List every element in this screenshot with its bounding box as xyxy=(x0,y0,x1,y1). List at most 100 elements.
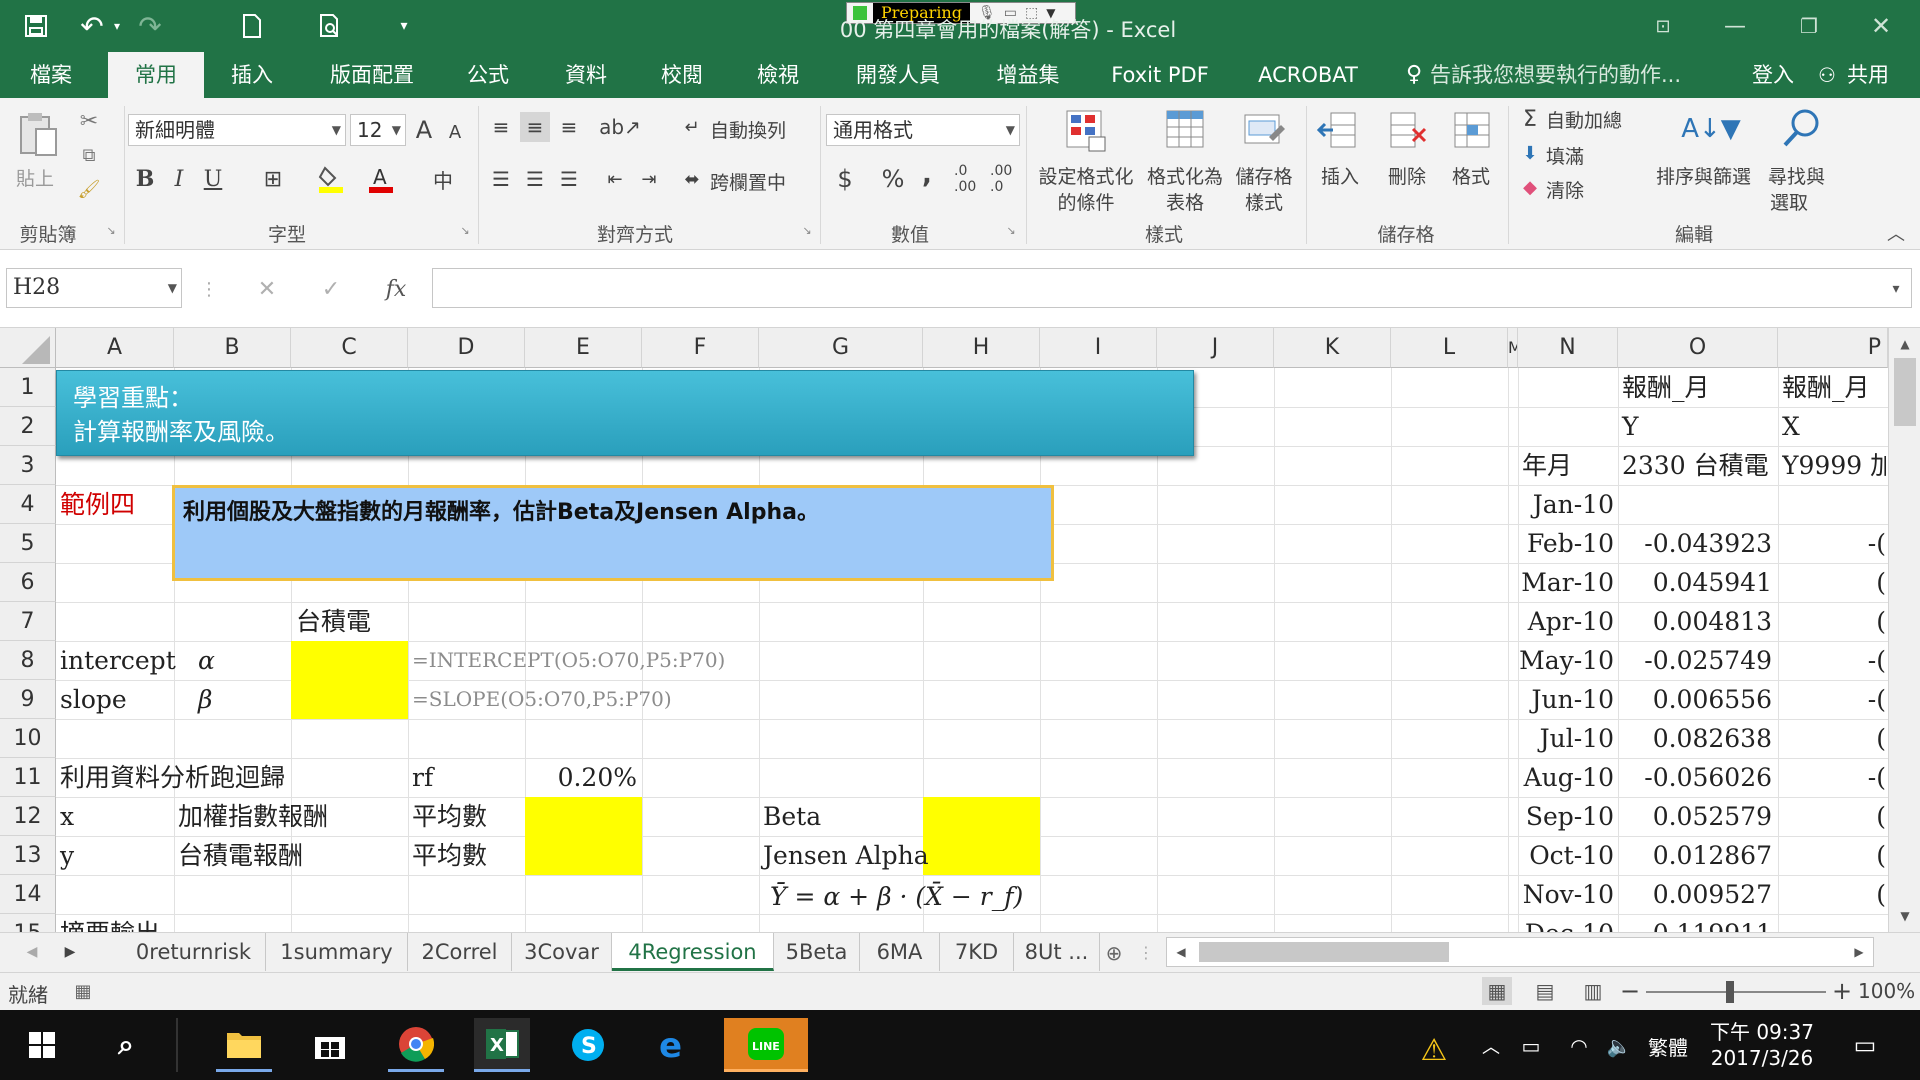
increase-indent-icon[interactable]: ⇥ xyxy=(634,164,664,194)
month-cell[interactable]: Dec-10 xyxy=(1518,914,1614,932)
return-cell[interactable]: 0.119911 xyxy=(1618,914,1772,932)
sort-filter-icon[interactable]: A↓▼ xyxy=(1681,106,1741,152)
scroll-tabs-left-icon[interactable]: ◀ xyxy=(20,939,44,965)
share-button[interactable]: 共用 xyxy=(1838,52,1898,98)
scroll-thumb[interactable] xyxy=(1894,358,1916,426)
cell-n3[interactable]: 年月 xyxy=(1522,446,1572,485)
month-cell[interactable]: Feb-10 xyxy=(1518,524,1614,563)
row-header-6[interactable]: 6 xyxy=(0,563,56,602)
collapse-ribbon-icon[interactable]: ︿ xyxy=(1884,222,1908,245)
find-select-label-2[interactable]: 選取 xyxy=(1770,188,1808,215)
file-explorer-icon[interactable] xyxy=(216,1018,272,1072)
edge-icon[interactable]: e xyxy=(646,1018,702,1072)
zoom-slider-thumb[interactable] xyxy=(1726,981,1734,1003)
number-launcher-icon[interactable]: ↘ xyxy=(1004,222,1018,238)
decrease-decimal-icon[interactable]: .00 .0 xyxy=(990,163,1026,195)
grow-font-button[interactable]: A xyxy=(410,114,438,146)
month-cell[interactable]: Oct-10 xyxy=(1518,836,1614,875)
insert-cells-label[interactable]: 插入 xyxy=(1318,162,1362,189)
tab-review[interactable]: 校閱 xyxy=(652,52,712,98)
signin-link[interactable]: 登入 xyxy=(1746,52,1798,98)
tab-foxit-pdf[interactable]: Foxit PDF xyxy=(1104,52,1216,98)
tab-split-icon[interactable]: ⋮ xyxy=(1138,939,1154,965)
sheet-tab-2correl[interactable]: 2Correl xyxy=(408,933,512,971)
wrap-text-label[interactable]: 自動換列 xyxy=(710,116,786,143)
italic-button[interactable]: I xyxy=(166,164,192,194)
decrease-indent-icon[interactable]: ⇤ xyxy=(600,164,630,194)
fill-label[interactable]: 填滿 xyxy=(1546,142,1584,169)
cell-g13[interactable]: Jensen Alpha xyxy=(763,836,929,875)
format-painter-icon[interactable]: 🖌 xyxy=(76,176,102,202)
align-middle-icon[interactable]: ≡ xyxy=(520,112,550,142)
paste-icon[interactable] xyxy=(14,110,62,158)
row-header-8[interactable]: 8 xyxy=(0,641,56,680)
column-header-n[interactable]: N xyxy=(1518,328,1618,368)
autosum-label[interactable]: 自動加總 xyxy=(1546,106,1622,133)
row-header-5[interactable]: 5 xyxy=(0,524,56,563)
row-header-13[interactable]: 13 xyxy=(0,836,56,875)
undo-dropdown-icon[interactable]: ▾ xyxy=(108,14,126,38)
clipboard-launcher-icon[interactable]: ↘ xyxy=(104,222,118,238)
column-header-p[interactable]: P xyxy=(1778,328,1888,368)
ribbon-display-icon[interactable]: ⊡ xyxy=(1648,12,1678,40)
cell-a4[interactable]: 範例四 xyxy=(60,485,135,524)
horizontal-scrollbar[interactable]: ◀ ▶ xyxy=(1166,937,1874,967)
scroll-left-icon[interactable]: ◀ xyxy=(1171,940,1191,964)
format-cells-label[interactable]: 格式 xyxy=(1448,162,1494,189)
h-scroll-thumb[interactable] xyxy=(1199,942,1449,962)
align-center-icon[interactable]: ☰ xyxy=(520,164,550,194)
cell-b8[interactable]: α xyxy=(198,641,215,680)
minimize-icon[interactable]: — xyxy=(1720,12,1750,40)
ime-indicator[interactable]: 繁體 xyxy=(1648,1032,1688,1061)
borders-icon[interactable]: ⊞ xyxy=(258,164,288,194)
line-icon[interactable]: LINE xyxy=(724,1018,808,1072)
row-header-10[interactable]: 10 xyxy=(0,719,56,758)
month-cell[interactable]: Jul-10 xyxy=(1518,719,1614,758)
action-center-icon[interactable]: ▭ xyxy=(1848,1028,1882,1062)
cell-b9[interactable]: β xyxy=(198,680,212,719)
cell-b12[interactable]: 加權指數報酬 xyxy=(178,797,328,836)
tab-addins[interactable]: 增益集 xyxy=(988,52,1068,98)
sheet-tab-6ma[interactable]: 6MA xyxy=(860,933,940,971)
page-layout-view-icon[interactable]: ▤ xyxy=(1530,977,1560,1005)
windows-start-icon[interactable] xyxy=(14,1018,70,1072)
zoom-slider[interactable] xyxy=(1646,991,1826,993)
row-header-14[interactable]: 14 xyxy=(0,875,56,914)
sheet-tab-0returnrisk[interactable]: 0returnrisk xyxy=(122,933,266,971)
font-size-combo[interactable]: 12 ▼ xyxy=(350,114,406,146)
index-return-cell[interactable]: ( xyxy=(1778,836,1886,875)
paste-label[interactable]: 貼上 xyxy=(16,164,54,191)
row-header-2[interactable]: 2 xyxy=(0,407,56,446)
cell-d9[interactable]: =SLOPE(O5:O70,P5:P70) xyxy=(412,680,672,719)
cell-o1[interactable]: 報酬_月 xyxy=(1622,368,1710,407)
index-return-cell[interactable]: ( xyxy=(1778,563,1886,602)
fill-color-icon[interactable] xyxy=(316,164,346,194)
column-header-c[interactable]: C xyxy=(291,328,408,368)
return-cell[interactable]: 0.012867 xyxy=(1618,836,1772,875)
chrome-icon[interactable] xyxy=(388,1018,444,1072)
month-cell[interactable]: May-10 xyxy=(1518,641,1614,680)
format-as-table-label-2[interactable]: 表格 xyxy=(1140,188,1230,215)
column-header-b[interactable]: B xyxy=(174,328,291,368)
return-cell[interactable]: -0.056026 xyxy=(1618,758,1772,797)
row-header-4[interactable]: 4 xyxy=(0,485,56,524)
search-icon[interactable]: ⌕ xyxy=(98,1018,154,1072)
cell-d13[interactable]: 平均數 xyxy=(412,836,487,875)
month-cell[interactable]: Aug-10 xyxy=(1518,758,1614,797)
merge-center-icon[interactable]: ⬌ xyxy=(680,164,704,194)
sheet-tab-3covar[interactable]: 3Covar xyxy=(512,933,612,971)
tab-home[interactable]: 常用 xyxy=(108,52,204,98)
mean-input-cells[interactable] xyxy=(525,797,642,875)
column-header-f[interactable]: F xyxy=(642,328,759,368)
conditional-formatting-label[interactable]: 設定格式化 xyxy=(1034,162,1138,189)
insert-cells-icon[interactable] xyxy=(1316,108,1360,154)
merge-center-label[interactable]: 跨欄置中 xyxy=(710,168,786,195)
beta-alpha-result-cells[interactable] xyxy=(923,797,1040,875)
cell-d8[interactable]: =INTERCEPT(O5:O70,P5:P70) xyxy=(412,641,725,680)
underline-button[interactable]: U xyxy=(200,164,226,194)
store-icon[interactable] xyxy=(302,1018,358,1072)
skype-icon[interactable]: S xyxy=(560,1018,616,1072)
customize-qat-icon[interactable]: ▾ xyxy=(392,12,416,40)
alignment-launcher-icon[interactable]: ↘ xyxy=(800,222,814,238)
zoom-out-button[interactable]: − xyxy=(1618,977,1642,1005)
